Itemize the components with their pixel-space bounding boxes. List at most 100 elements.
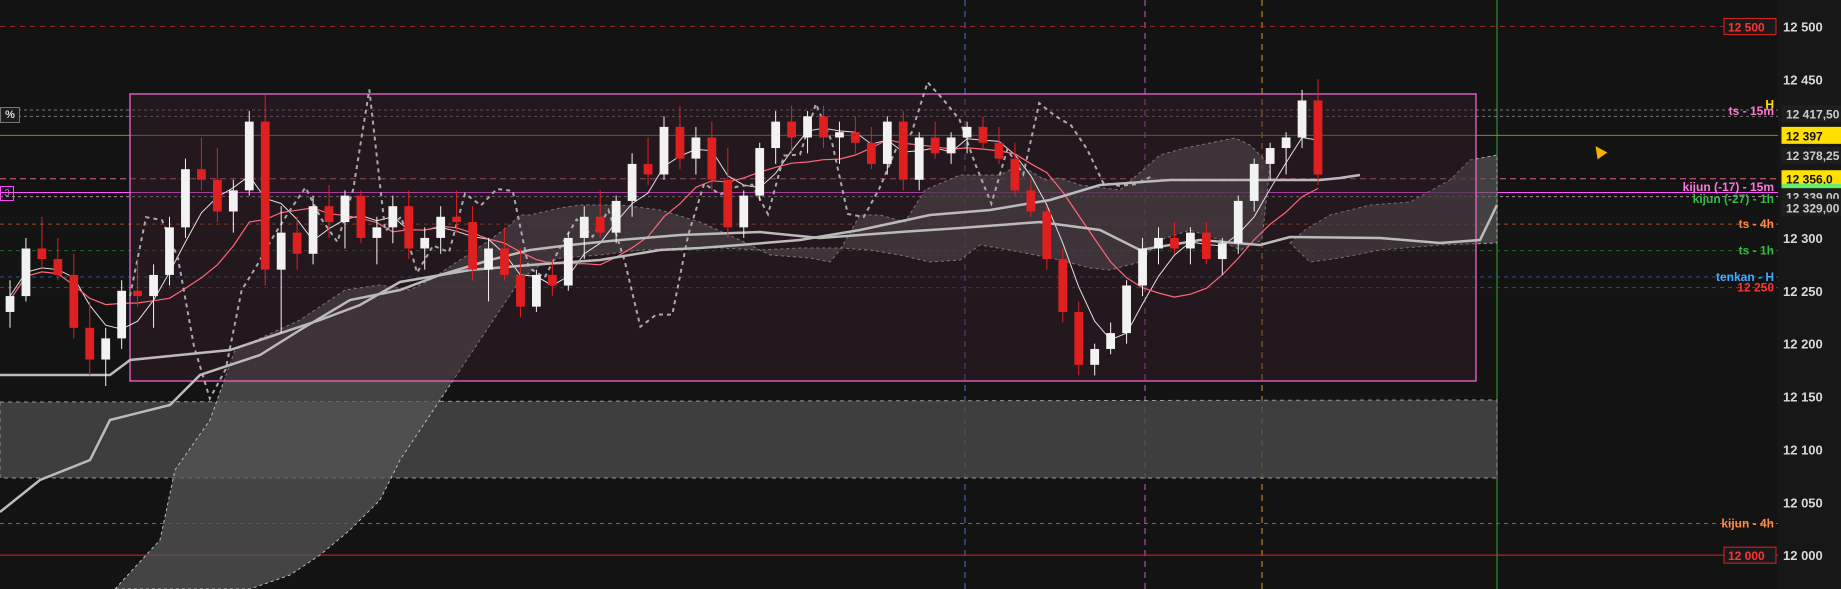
candle-body <box>133 290 142 297</box>
candle-body <box>228 190 238 212</box>
candle-body <box>388 206 398 228</box>
candle-body <box>627 163 637 201</box>
candle-body <box>1090 348 1100 365</box>
candle-body <box>1297 100 1307 138</box>
candle-body <box>1154 237 1163 249</box>
price-tag-label: 12 397 <box>1786 129 1823 143</box>
candle-body <box>165 227 174 275</box>
candle-body <box>659 126 669 175</box>
candle-body <box>1265 148 1275 164</box>
level-label: H <box>1765 98 1774 112</box>
candlestick-chart[interactable]: 12 50012 45012 40012 35012 30012 25012 2… <box>0 0 1841 589</box>
candle-body <box>946 137 956 154</box>
price-tick-label: 12 500 <box>1783 19 1823 34</box>
candle-body <box>978 126 988 143</box>
candle-body <box>1281 137 1291 149</box>
level-label: 12 250 <box>1737 281 1774 295</box>
candle-body <box>866 142 876 164</box>
candle-body <box>212 179 222 212</box>
candle-body <box>468 222 477 270</box>
price-tick-label: 12 200 <box>1783 337 1823 352</box>
level-label: kijun - 4h <box>1721 516 1774 530</box>
candle-body <box>532 274 541 307</box>
candle-body <box>930 137 940 154</box>
candle-body <box>898 121 908 180</box>
price-tick-label: 12 150 <box>1783 390 1823 405</box>
candle-body <box>244 121 254 191</box>
candle-body <box>1249 163 1259 201</box>
candle-body <box>1186 232 1195 249</box>
candle-body <box>691 137 701 159</box>
candle-body <box>117 290 127 339</box>
alert-count-chip[interactable]: 3 <box>0 186 14 201</box>
candle-body <box>260 121 270 270</box>
candle-body <box>1313 100 1323 175</box>
candle-body <box>835 132 844 138</box>
price-tick-label: 12 050 <box>1783 495 1823 510</box>
candle-body <box>21 248 31 297</box>
level-label: ts - 1h <box>1739 244 1774 258</box>
candle-body <box>723 179 733 228</box>
candle-body <box>1122 285 1131 334</box>
candle-body <box>324 206 334 223</box>
candle-body <box>787 121 796 138</box>
candle-body <box>1026 190 1036 212</box>
candle-body <box>372 227 382 238</box>
candle-body <box>500 248 509 275</box>
candle-body <box>1233 200 1243 244</box>
candle-body <box>579 216 589 238</box>
price-tick-label: 12 300 <box>1783 231 1823 246</box>
level-label: kijun (-27) - 1h <box>1693 192 1774 206</box>
candle-body <box>101 338 111 360</box>
candle-body <box>547 274 557 286</box>
candle-body <box>1010 158 1020 191</box>
candle-body <box>276 232 286 270</box>
price-tick-label: 12 250 <box>1783 284 1823 299</box>
price-tick-label: 12 100 <box>1783 442 1823 457</box>
candle-body <box>595 216 605 233</box>
candle-body <box>771 121 781 149</box>
price-tag-label: 12 329,00 <box>1786 201 1840 215</box>
candle-body <box>37 248 47 260</box>
candle-body <box>197 169 206 180</box>
candle-body <box>643 163 653 175</box>
candle-body <box>1217 243 1227 260</box>
candle-body <box>1170 237 1179 249</box>
candle-body <box>516 274 525 307</box>
price-tick-label: 12 000 <box>1783 548 1823 563</box>
candle-body <box>149 274 158 297</box>
candle-body <box>707 137 717 180</box>
candle-body <box>53 259 63 275</box>
candle-body <box>563 237 573 286</box>
candle-body <box>356 195 366 238</box>
candle-body <box>308 206 318 254</box>
candle-body <box>1201 232 1211 260</box>
candle-body <box>611 200 621 233</box>
candle-body <box>675 126 685 159</box>
candle-body <box>292 232 302 254</box>
candle-body <box>404 206 414 249</box>
price-tick-label: 12 450 <box>1783 72 1823 87</box>
candle-body <box>340 195 350 223</box>
candle-body <box>484 248 493 270</box>
candle-body <box>5 296 15 312</box>
candle-body <box>819 116 828 138</box>
candle-body <box>452 216 462 223</box>
candle-body <box>755 148 765 196</box>
candle-body <box>882 121 892 164</box>
candle-body <box>85 327 95 360</box>
price-tag-label: 12 500 <box>1728 20 1765 34</box>
candle-body <box>1074 311 1084 365</box>
candle-body <box>1058 259 1068 312</box>
percent-chip[interactable]: % <box>0 107 20 123</box>
candle-body <box>962 126 972 138</box>
candle-body <box>739 195 749 228</box>
price-tag-label: 12 417,50 <box>1786 108 1840 122</box>
candle-body <box>420 237 430 249</box>
candle-body <box>181 169 190 228</box>
price-tag-label: 12 000 <box>1728 549 1765 563</box>
price-tag-label: 12 378,25 <box>1786 149 1840 163</box>
candle-body <box>436 216 446 238</box>
candle-body <box>994 142 1004 159</box>
candle-body <box>1106 333 1116 349</box>
